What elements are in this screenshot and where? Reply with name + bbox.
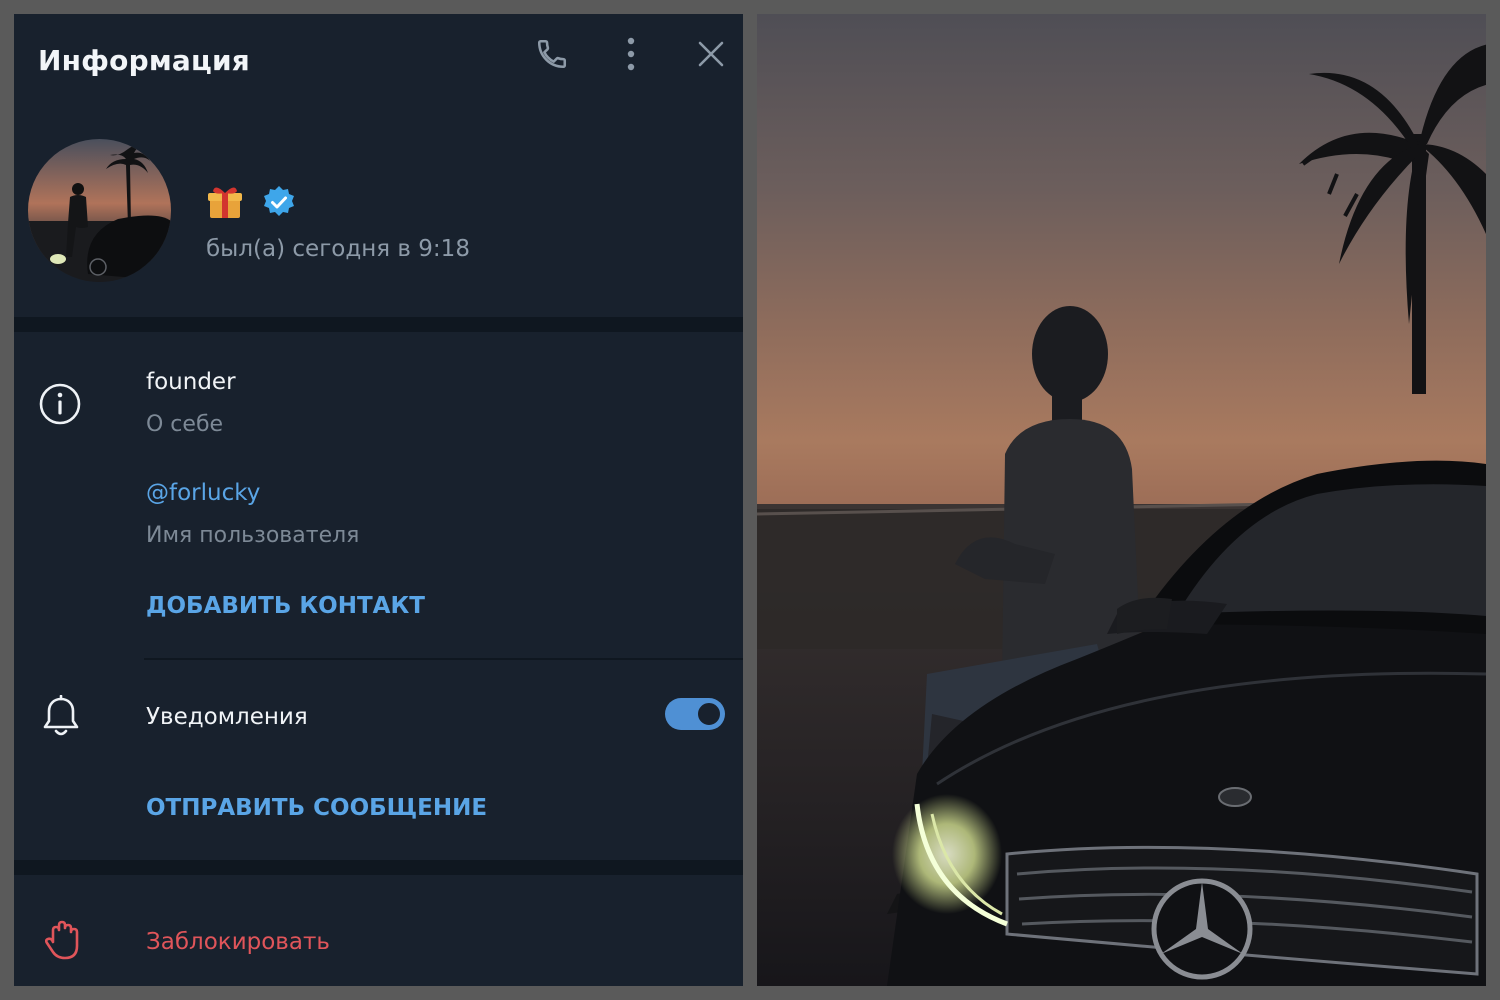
bio-value: founder — [146, 369, 236, 395]
bell-icon — [41, 694, 81, 743]
phone-icon — [537, 39, 567, 69]
call-button[interactable] — [532, 34, 572, 74]
close-button[interactable] — [691, 34, 731, 74]
username-value[interactable]: @forlucky — [146, 480, 260, 506]
more-button[interactable] — [611, 34, 651, 74]
user-info-panel: Информация был(а) сегодня в 9:18 founder… — [14, 14, 743, 986]
more-vertical-icon — [627, 37, 635, 71]
notifications-toggle[interactable] — [665, 698, 725, 730]
notifications-label: Уведомления — [146, 704, 308, 730]
panel-header: Информация — [14, 14, 743, 94]
section-separator — [14, 317, 743, 332]
username-label: Имя пользователя — [146, 523, 360, 548]
toggle-knob — [695, 700, 723, 728]
last-seen-status: был(а) сегодня в 9:18 — [206, 236, 470, 262]
bio-label: О себе — [146, 412, 224, 437]
divider — [144, 658, 743, 660]
add-contact-button[interactable]: ДОБАВИТЬ КОНТАКТ — [146, 593, 425, 619]
info-icon — [38, 382, 82, 430]
profile-section: был(а) сегодня в 9:18 — [14, 94, 743, 317]
panel-title: Информация — [38, 44, 250, 77]
send-message-button[interactable]: ОТПРАВИТЬ СООБЩЕНИЕ — [146, 795, 487, 821]
profile-photo-large — [757, 14, 1486, 986]
avatar[interactable] — [28, 139, 171, 282]
block-hand-icon — [44, 920, 81, 966]
badges — [206, 184, 296, 220]
close-icon — [698, 41, 724, 67]
gift-emoji — [208, 187, 242, 218]
section-separator — [14, 860, 743, 875]
block-user-button[interactable]: Заблокировать — [146, 929, 330, 955]
verified-badge-icon — [264, 186, 294, 216]
